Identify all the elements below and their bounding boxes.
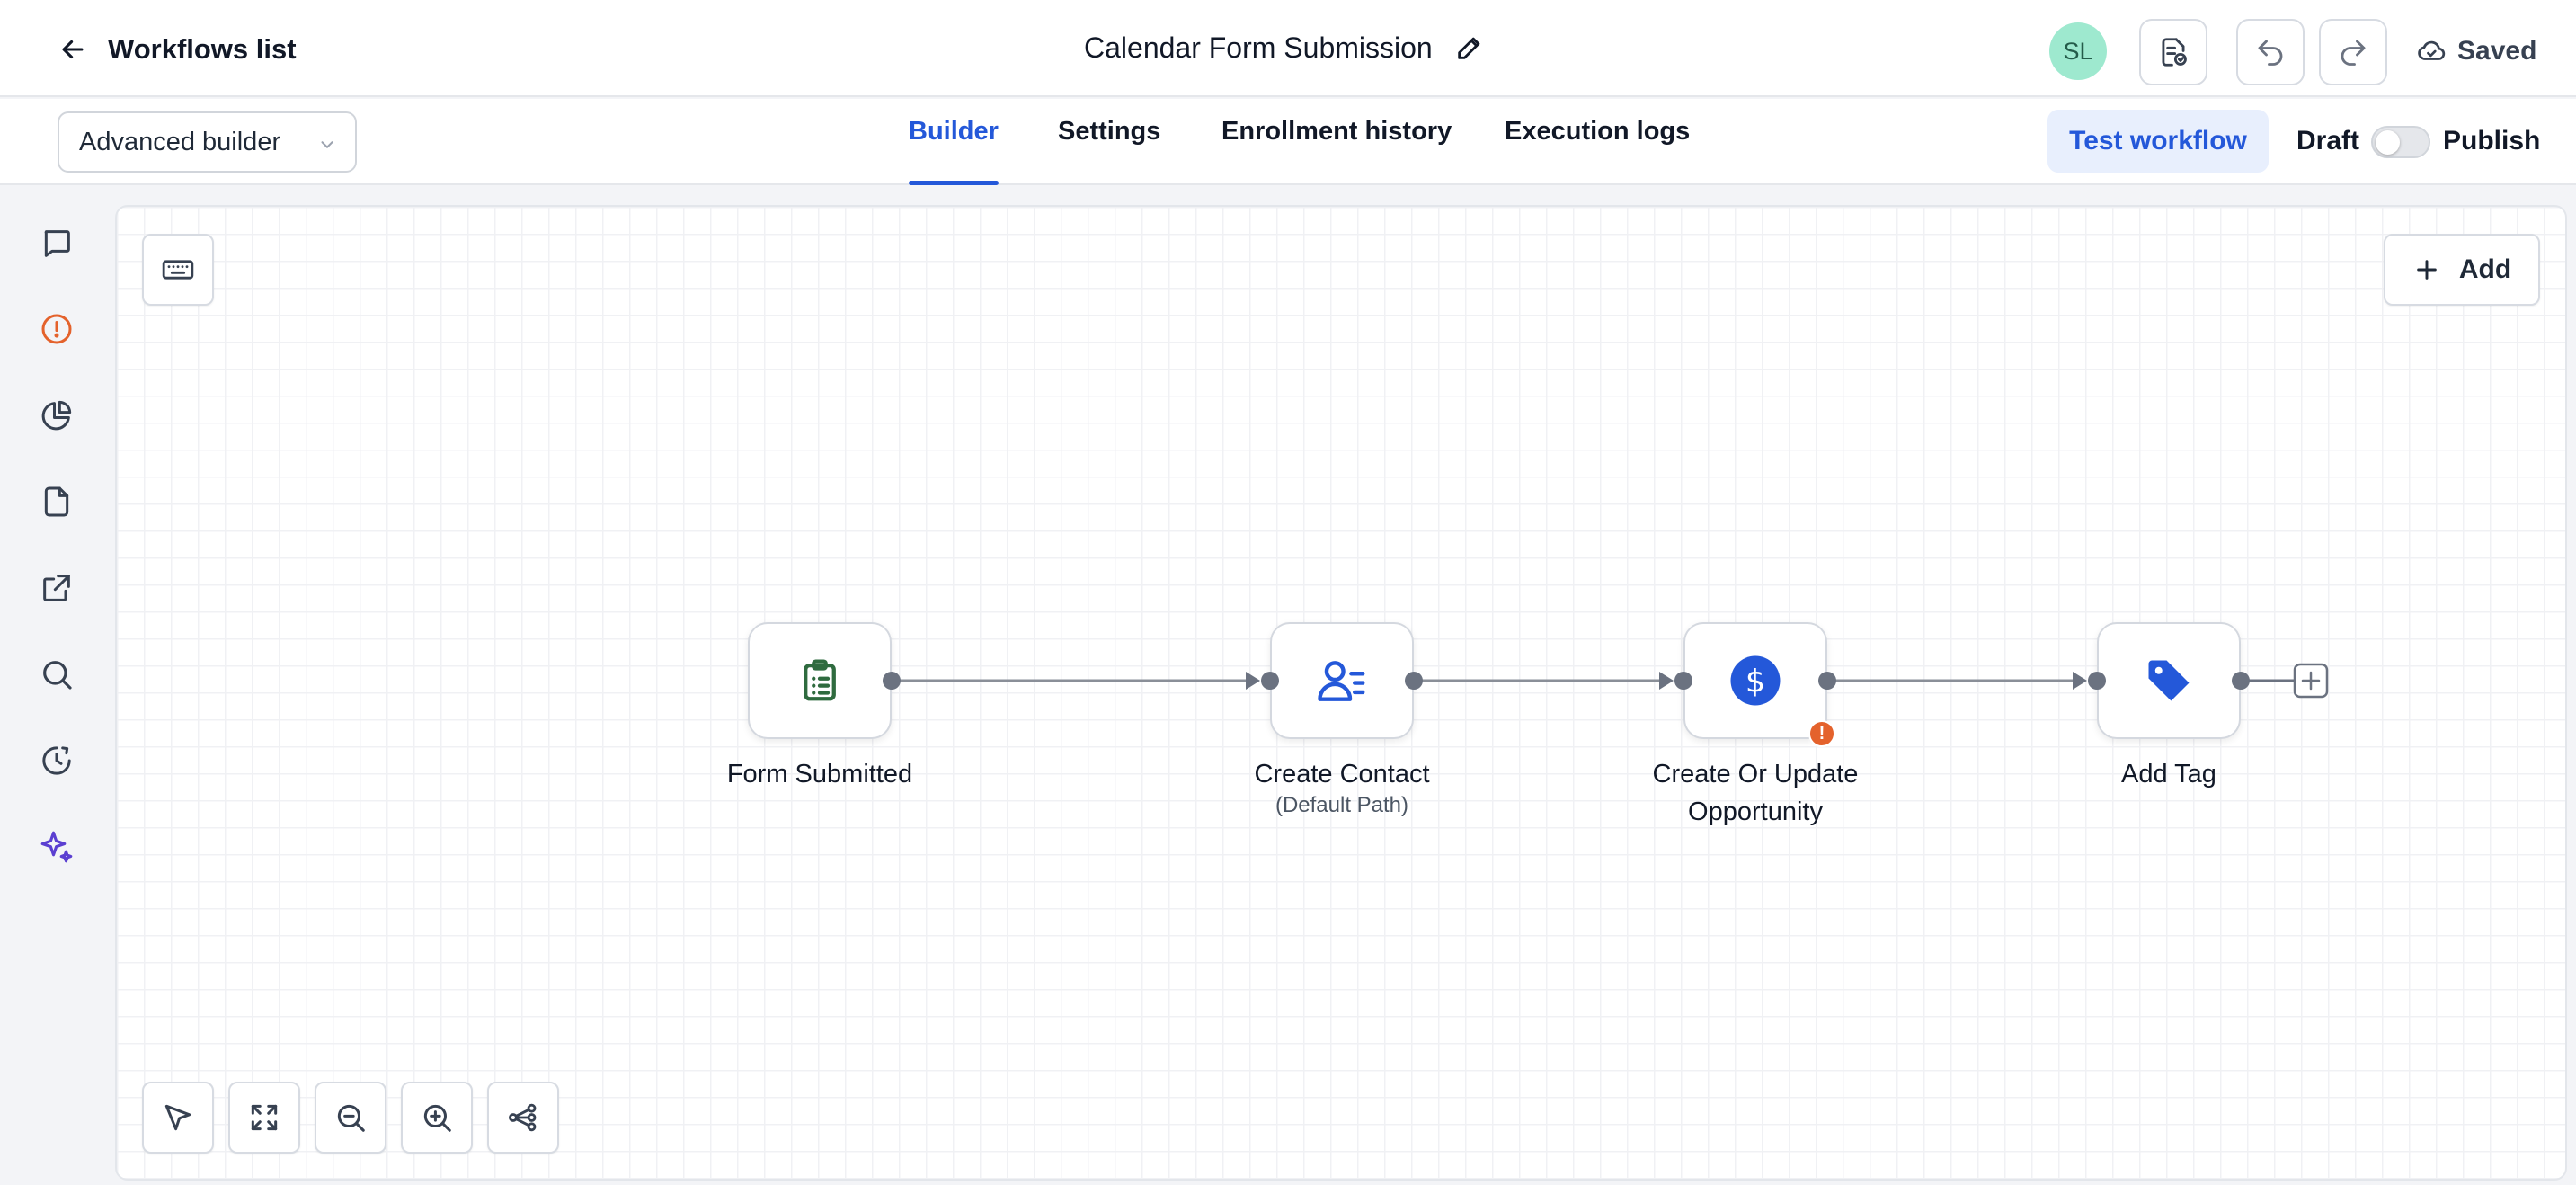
- cursor-pointer-icon: [161, 1100, 195, 1135]
- node-form-submitted[interactable]: [748, 622, 892, 739]
- dollar-icon: $: [1728, 654, 1782, 708]
- expand-icon: [247, 1100, 281, 1135]
- add-step-plus-icon[interactable]: [2293, 663, 2329, 699]
- arrowhead-3: [2073, 672, 2087, 690]
- svg-text:$: $: [1745, 664, 1765, 700]
- workflow-tree-icon: [506, 1100, 540, 1135]
- node-input-handle[interactable]: [1261, 672, 1279, 690]
- node-output-handle[interactable]: [1818, 672, 1836, 690]
- auto-layout-button[interactable]: [487, 1082, 559, 1154]
- connector-lines: [891, 663, 2329, 699]
- node-label-create-or-update-opportunity: Create Or Update Opportunity: [1652, 760, 1859, 826]
- arrowhead-1: [1246, 672, 1260, 690]
- warning-badge-icon[interactable]: !: [1808, 720, 1835, 747]
- zoom-out-icon: [333, 1100, 368, 1135]
- node-input-handle[interactable]: [1674, 672, 1692, 690]
- contact-icon: [1314, 653, 1370, 708]
- node-output-handle[interactable]: [1405, 672, 1423, 690]
- node-label-create-contact: Create Contact: [1254, 760, 1430, 789]
- node-label-form-submitted: Form Submitted: [726, 760, 913, 789]
- clipboard-list-icon: [795, 656, 844, 705]
- node-create-or-update-opportunity[interactable]: $: [1683, 622, 1827, 739]
- zoom-in-icon: [420, 1100, 454, 1135]
- zoom-out-button[interactable]: [315, 1082, 386, 1154]
- node-label-add-tag: Add Tag: [2121, 760, 2216, 789]
- zoom-in-button[interactable]: [401, 1082, 473, 1154]
- arrowhead-2: [1659, 672, 1674, 690]
- node-output-handle[interactable]: [883, 672, 901, 690]
- tag-icon: [2142, 654, 2196, 708]
- node-sublabel-default-path: (Default Path): [1275, 793, 1409, 817]
- select-tool-button[interactable]: [142, 1082, 214, 1154]
- node-create-contact[interactable]: [1270, 622, 1414, 739]
- node-output-handle[interactable]: [2232, 672, 2250, 690]
- node-input-handle[interactable]: [2088, 672, 2106, 690]
- fit-view-button[interactable]: [228, 1082, 300, 1154]
- node-add-tag[interactable]: [2097, 622, 2241, 739]
